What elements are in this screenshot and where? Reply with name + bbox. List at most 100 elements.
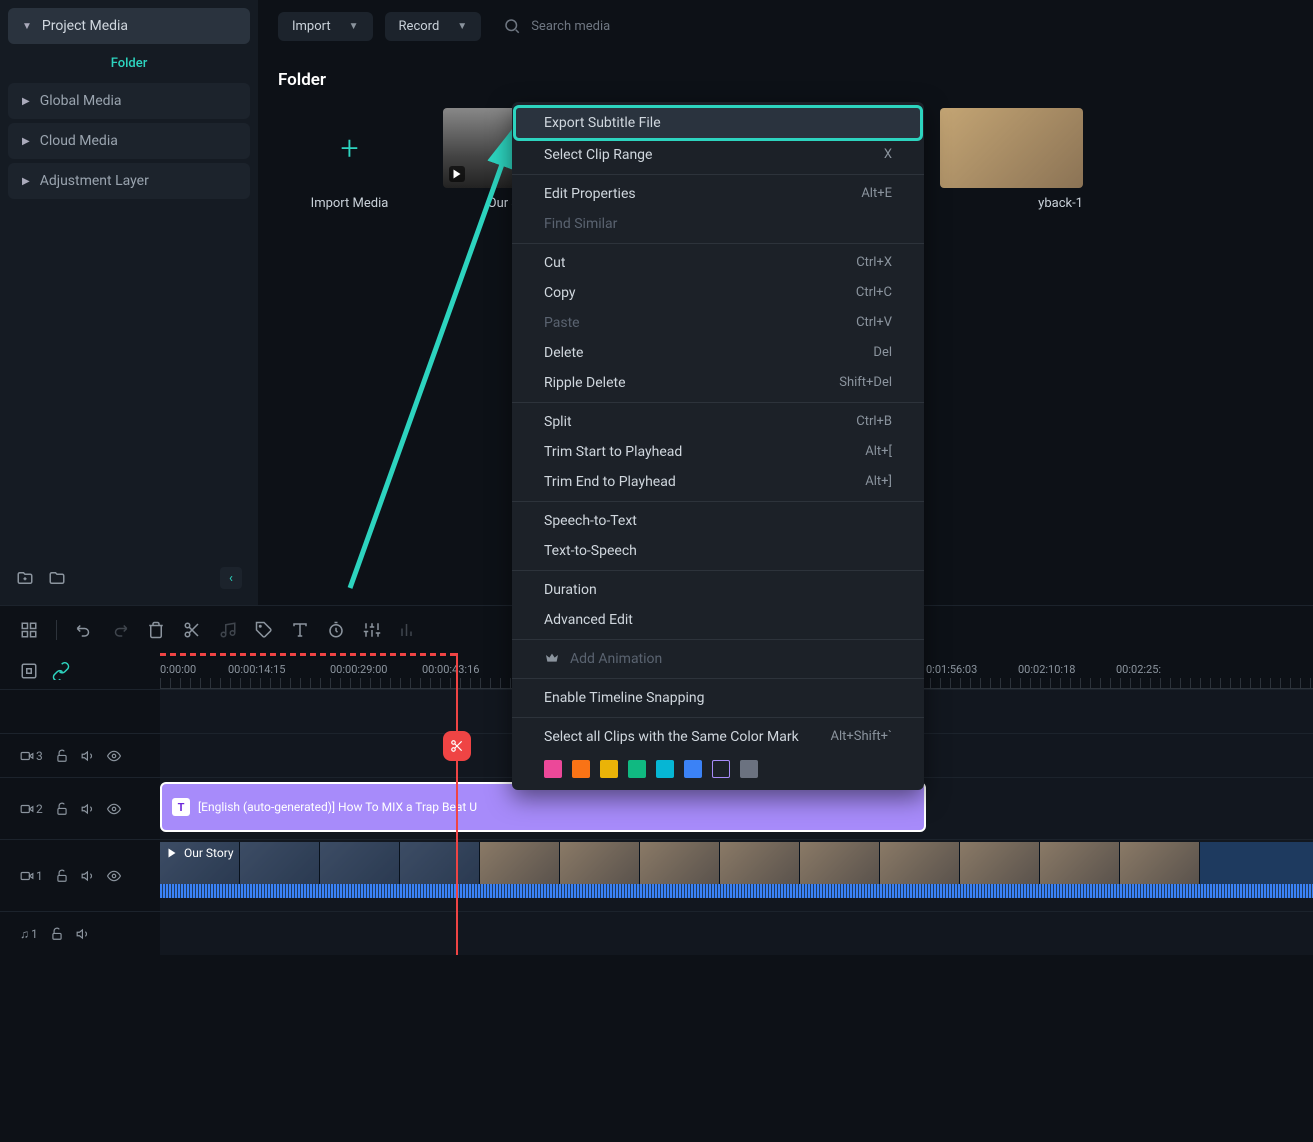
import-dropdown[interactable]: Import ▼ [278, 12, 373, 41]
media-clip[interactable]: yback-1 [940, 108, 1083, 211]
search-placeholder: Search media [531, 19, 610, 34]
ruler-tick: 00:00:29:00 [330, 663, 387, 676]
context-menu-item[interactable]: Export Subtitle File [516, 108, 920, 138]
color-swatch[interactable] [656, 760, 674, 778]
menu-item-label: Text-to-Speech [544, 543, 637, 559]
context-menu-item[interactable]: SplitCtrl+B [512, 407, 924, 437]
track-audio-1[interactable]: ♫ 1 [0, 911, 1313, 955]
track-1-video[interactable]: 1 Our Story [0, 839, 1313, 911]
sidebar-folder[interactable]: Folder [8, 46, 250, 81]
sliders-icon[interactable] [363, 621, 381, 639]
context-menu-item[interactable]: Edit PropertiesAlt+E [512, 179, 924, 209]
sidebar-label: Global Media [40, 93, 122, 109]
tag-icon[interactable] [255, 621, 273, 639]
search-icon [503, 17, 521, 35]
search-media[interactable]: Search media [493, 10, 620, 42]
context-menu-item[interactable]: CutCtrl+X [512, 248, 924, 278]
playhead[interactable] [456, 653, 458, 955]
lock-icon[interactable] [55, 869, 69, 883]
menu-shortcut: Alt+] [865, 474, 892, 490]
menu-item-label: Split [544, 414, 572, 430]
context-menu-item[interactable]: Trim End to PlayheadAlt+] [512, 467, 924, 497]
speaker-icon[interactable] [76, 927, 90, 941]
context-menu-item[interactable]: Trim Start to Playhead Alt+[ [512, 437, 924, 467]
dropdown-label: Import [292, 19, 331, 34]
menu-item-label: Advanced Edit [544, 612, 633, 628]
menu-item-label: Select all Clips with the Same Color Mar… [544, 729, 799, 745]
import-media-card[interactable]: + Import Media [278, 108, 421, 211]
menu-shortcut: Alt+Shift+` [831, 729, 892, 745]
menu-item-label: Find Similar [544, 216, 617, 232]
speaker-icon[interactable] [81, 802, 95, 816]
sidebar-label: Adjustment Layer [40, 173, 149, 189]
color-swatch[interactable] [740, 760, 758, 778]
color-swatch[interactable] [544, 760, 562, 778]
bars-icon[interactable] [399, 621, 417, 639]
context-menu-item[interactable]: Duration [512, 575, 924, 605]
delete-icon[interactable] [147, 621, 165, 639]
menu-item-label: Paste [544, 315, 580, 331]
ruler-tick: 00:02:10:18 [1018, 663, 1075, 676]
menu-shortcut: X [884, 147, 892, 163]
music-icon[interactable] [219, 621, 237, 639]
context-menu-item[interactable]: Ripple Delete Shift+Del [512, 368, 924, 398]
record-dropdown[interactable]: Record ▼ [385, 12, 482, 41]
sidebar-label: Project Media [42, 18, 128, 34]
stopwatch-icon[interactable] [327, 621, 345, 639]
color-swatch[interactable] [712, 760, 730, 778]
link-icon[interactable] [52, 662, 70, 680]
context-menu-item[interactable]: Select all Clips with the Same Color Mar… [512, 722, 924, 752]
folder-icon[interactable] [48, 569, 66, 587]
undo-icon[interactable] [75, 621, 93, 639]
menu-item-label: Ripple Delete [544, 375, 626, 391]
context-menu-item[interactable]: Enable Timeline Snapping [512, 683, 924, 713]
sidebar-global-media[interactable]: ▶ Global Media [8, 83, 250, 119]
video-clip[interactable]: Our Story [160, 842, 1313, 898]
menu-shortcut: Alt+[ [865, 444, 892, 460]
color-mark-row [512, 752, 924, 786]
eye-icon[interactable] [107, 749, 121, 763]
text-icon[interactable] [291, 621, 309, 639]
context-menu: Export Subtitle File Select Clip RangeX Ed… [512, 102, 924, 790]
color-swatch[interactable] [628, 760, 646, 778]
menu-item-label: Copy [544, 285, 576, 301]
menu-item-label: Trim Start to Playhead [544, 444, 682, 460]
chevron-down-icon: ▼ [349, 21, 359, 32]
lock-icon[interactable] [55, 749, 69, 763]
collapse-sidebar-button[interactable]: ‹ [220, 567, 242, 589]
color-swatch[interactable] [572, 760, 590, 778]
menu-item-label: Speech-to-Text [544, 513, 637, 529]
grid-icon[interactable] [20, 621, 38, 639]
playhead-handle[interactable] [443, 731, 471, 761]
context-menu-item: Add Animation [512, 644, 924, 674]
video-badge-icon [449, 166, 465, 182]
lock-icon[interactable] [50, 927, 64, 941]
sidebar-cloud-media[interactable]: ▶ Cloud Media [8, 123, 250, 159]
color-swatch[interactable] [600, 760, 618, 778]
speaker-icon[interactable] [81, 749, 95, 763]
context-menu-item[interactable]: Speech-to-Text [512, 506, 924, 536]
context-menu-item[interactable]: CopyCtrl+C [512, 278, 924, 308]
menu-shortcut: Shift+Del [839, 375, 892, 391]
speaker-icon[interactable] [81, 869, 95, 883]
new-folder-icon[interactable] [16, 569, 34, 587]
ruler-tick: 0:00:00 [160, 663, 196, 676]
eye-icon[interactable] [107, 869, 121, 883]
sidebar-adjustment-layer[interactable]: ▶ Adjustment Layer [8, 163, 250, 199]
scissors-icon [450, 739, 464, 753]
redo-icon[interactable] [111, 621, 129, 639]
context-menu-item[interactable]: Select Clip RangeX [512, 140, 924, 170]
chevron-right-icon: ▶ [22, 136, 30, 147]
menu-item-label: Export Subtitle File [544, 115, 661, 131]
sidebar-project-media[interactable]: ▼ Project Media [8, 8, 250, 44]
color-swatch[interactable] [684, 760, 702, 778]
eye-icon[interactable] [107, 802, 121, 816]
context-menu-item[interactable]: Text-to-Speech [512, 536, 924, 566]
context-menu-item[interactable]: DeleteDel [512, 338, 924, 368]
chevron-down-icon: ▼ [457, 21, 467, 32]
context-menu-item[interactable]: Advanced Edit [512, 605, 924, 635]
scissors-icon[interactable] [183, 621, 201, 639]
ruler-tick: 00:00:43:16 [422, 663, 479, 676]
lock-icon[interactable] [55, 802, 69, 816]
auto-reframe-icon[interactable] [20, 662, 38, 680]
